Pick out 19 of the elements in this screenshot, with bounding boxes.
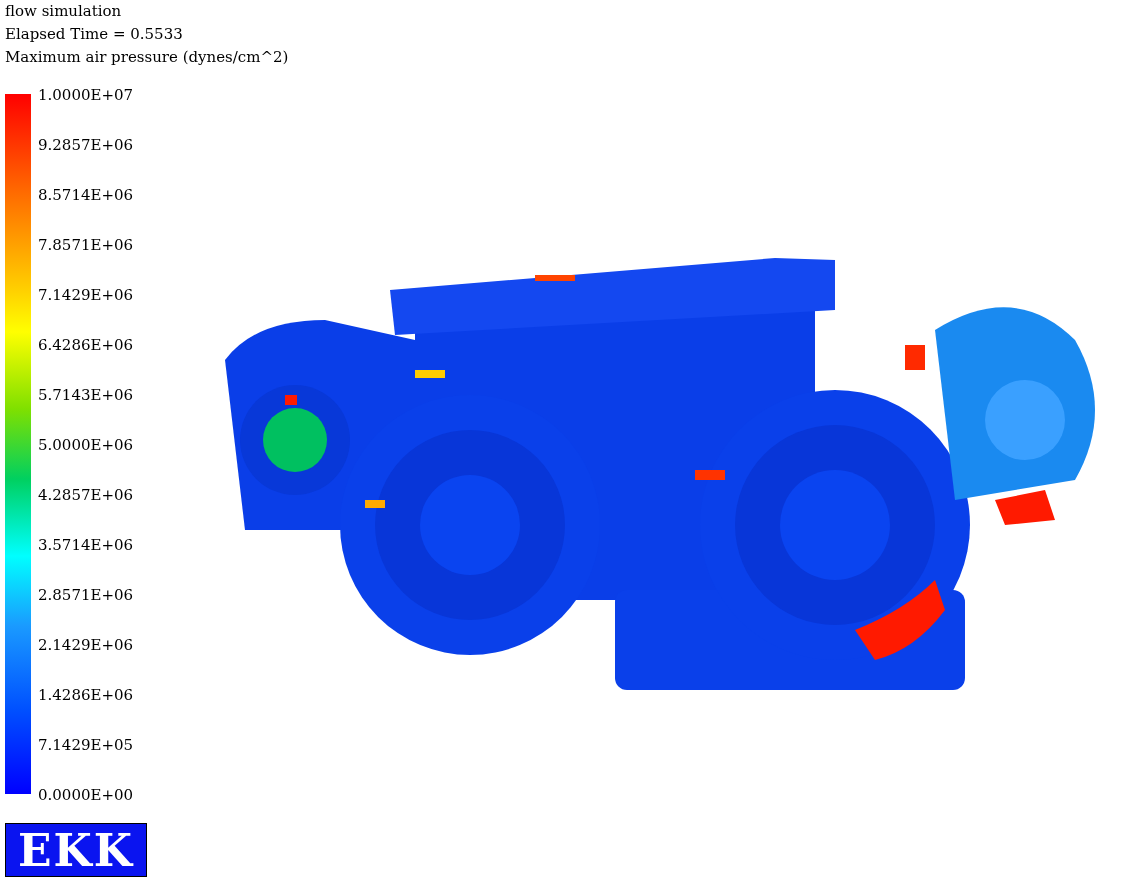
scale-label: 5.7143E+06 [38, 385, 134, 405]
scale-label: 5.0000E+06 [38, 435, 134, 455]
scale-label: 2.8571E+06 [38, 585, 134, 605]
logo: EKK [5, 823, 147, 877]
scale-label: 6.4286E+06 [38, 335, 134, 355]
scale-label: 1.0000E+07 [38, 85, 134, 105]
scale-label: 7.8571E+06 [38, 235, 134, 255]
scale-label: 7.1429E+05 [38, 735, 134, 755]
scale-label: 4.2857E+06 [38, 485, 134, 505]
quantity-label: Maximum air pressure (dynes/cm^2) [5, 47, 290, 68]
elapsed-time: Elapsed Time = 0.5533 [5, 24, 184, 45]
simulation-title: flow simulation [5, 1, 123, 22]
scale-label: 0.0000E+00 [38, 785, 134, 805]
scale-label: 1.4286E+06 [38, 685, 134, 705]
scale-label: 7.1429E+06 [38, 285, 134, 305]
scale-label: 8.5714E+06 [38, 185, 134, 205]
scale-label: 3.5714E+06 [38, 535, 134, 555]
scale-label: 9.2857E+06 [38, 135, 134, 155]
scale-label: 2.1429E+06 [38, 635, 134, 655]
